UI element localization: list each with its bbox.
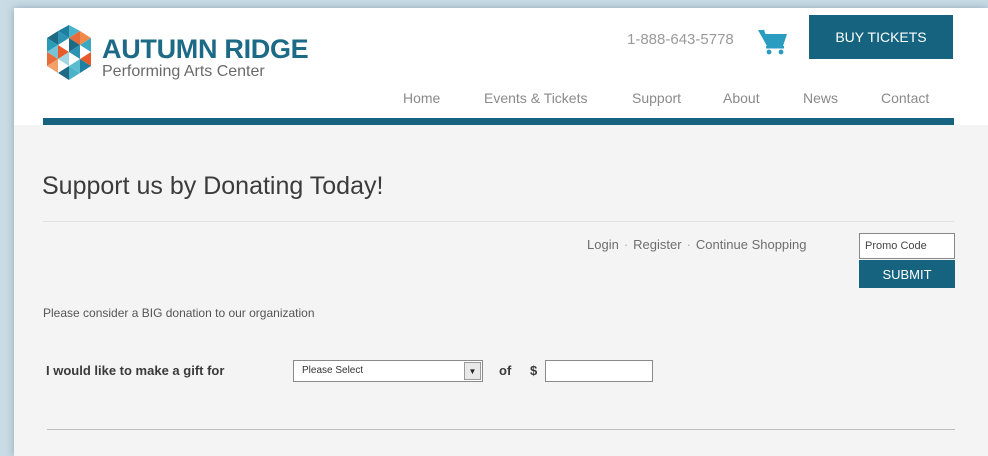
promo-submit-button[interactable]: SUBMIT	[859, 260, 955, 288]
nav-item-news[interactable]: News	[803, 90, 838, 106]
site-header: AUTUMN RIDGE Performing Arts Center 1-88…	[14, 8, 988, 125]
logo-subtitle: Performing Arts Center	[102, 63, 265, 80]
nav-item-contact[interactable]: Contact	[881, 90, 929, 106]
register-link[interactable]: Register	[633, 237, 681, 252]
continue-shopping-link[interactable]: Continue Shopping	[696, 237, 807, 252]
gift-amount-input[interactable]	[545, 360, 653, 382]
main-nav: Home Events & Tickets Support About News…	[14, 90, 988, 114]
link-separator: ·	[686, 237, 691, 252]
nav-item-about[interactable]: About	[723, 90, 760, 106]
phone-number[interactable]: 1-888-643-5778	[627, 31, 734, 48]
logo-hexagon-icon	[47, 25, 91, 80]
login-link[interactable]: Login	[587, 237, 619, 252]
promo-code-input[interactable]	[859, 233, 955, 259]
gift-fund-select[interactable]: Please Select ▼	[293, 360, 483, 382]
logo-title: AUTUMN RIDGE	[102, 34, 309, 64]
link-separator: ·	[623, 237, 629, 252]
nav-underline-bar	[43, 118, 954, 125]
gift-label: I would like to make a gift for	[46, 363, 225, 378]
chevron-down-icon[interactable]: ▼	[464, 362, 481, 380]
donation-intro-text: Please consider a BIG donation to our or…	[43, 306, 315, 320]
of-label: of	[499, 363, 512, 378]
account-links: Login · Register · Continue Shopping	[587, 237, 807, 252]
site-logo[interactable]: AUTUMN RIDGE Performing Arts Center	[41, 25, 341, 87]
browser-viewport: AUTUMN RIDGE Performing Arts Center 1-88…	[14, 8, 988, 456]
title-divider	[43, 221, 954, 222]
nav-item-home[interactable]: Home	[403, 90, 440, 106]
currency-label: $	[530, 363, 538, 378]
form-divider	[47, 429, 955, 430]
buy-tickets-button[interactable]: BUY TICKETS	[809, 15, 953, 59]
gift-fund-select-value: Please Select	[302, 365, 364, 376]
nav-item-support[interactable]: Support	[632, 90, 681, 106]
page-title: Support us by Donating Today!	[42, 172, 384, 200]
gift-form: I would like to make a gift for Please S…	[46, 360, 746, 384]
shopping-cart-icon[interactable]	[757, 27, 789, 55]
nav-item-events-tickets[interactable]: Events & Tickets	[484, 90, 587, 106]
